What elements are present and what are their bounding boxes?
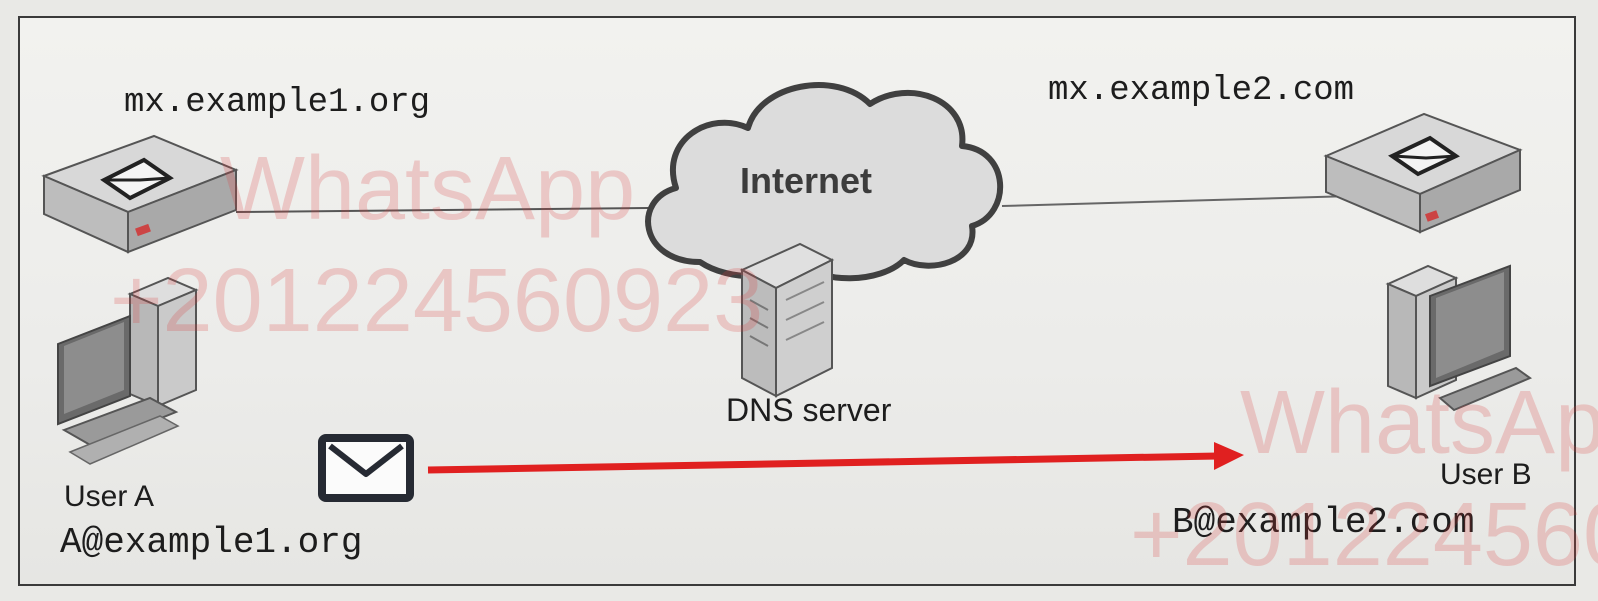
link-mx1-internet <box>235 207 649 213</box>
user-b-computer <box>1385 264 1533 412</box>
mx-server-b-hostname: mx.example2.com <box>1048 72 1355 110</box>
message-envelope-icon <box>318 434 414 502</box>
user-a-address: A@example1.org <box>60 522 363 563</box>
mail-server-b <box>1323 112 1523 234</box>
user-b-address: B@example2.com <box>1172 502 1475 543</box>
internet-label: Internet <box>740 160 873 201</box>
mx-server-a-hostname: mx.example1.org <box>124 84 431 122</box>
dns-server-label: DNS server <box>726 392 892 428</box>
mail-server-a <box>41 134 239 254</box>
user-b-label: User B <box>1440 458 1532 491</box>
mail-delivery-arrow <box>427 442 1244 474</box>
user-a-label: User A <box>64 480 155 513</box>
link-internet-mx2 <box>1001 195 1353 207</box>
user-a-computer <box>57 276 199 465</box>
dns-server-tower <box>739 242 835 398</box>
